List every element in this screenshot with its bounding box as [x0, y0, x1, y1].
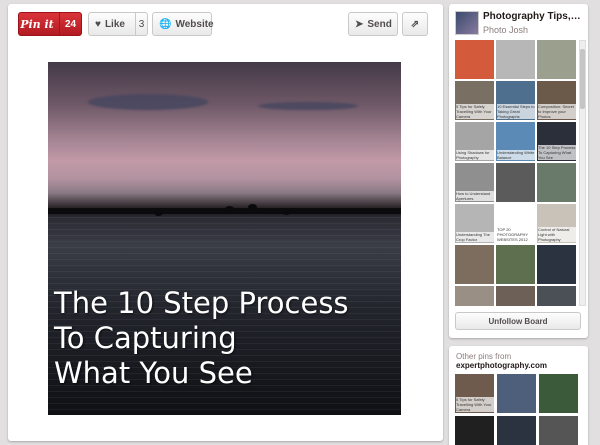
thumbnail-caption: 5 Tips for Safely Travelling With Your C… [456, 104, 494, 119]
like-count: 3 [134, 13, 147, 35]
pin-thumbnail[interactable]: Using Shadows for Photography [455, 122, 494, 161]
unfollow-board-button[interactable]: Unfollow Board [455, 312, 581, 330]
pin-thumbnail[interactable] [496, 40, 535, 79]
thumbnail-caption: 5 Tips for Safely Travelling With Your C… [456, 397, 494, 412]
pin-it-button[interactable]: Pin it 24 [18, 12, 82, 36]
board-avatar[interactable] [455, 11, 479, 35]
thumbnail-caption: Control of Natural Light with Photograph… [538, 227, 576, 242]
pin-thumbnail[interactable] [537, 286, 576, 306]
pin-thumbnail[interactable] [537, 40, 576, 79]
thumbnail-caption: The 10 Step Process To Capturing What Yo… [538, 145, 576, 160]
other-pins-domain[interactable]: expertphotography.com [456, 361, 547, 370]
globe-icon: 🌐 [159, 18, 172, 30]
pin-thumbnail[interactable]: Understanding White Balance [496, 122, 535, 161]
thumbnail-caption: Composition: Secret to Improve your Phot… [538, 104, 576, 119]
pin-image[interactable]: The 10 Step Process To Capturing What Yo… [48, 62, 401, 415]
swimmer [225, 206, 234, 212]
pin-thumbnail[interactable] [537, 163, 576, 202]
board-thumbnail-grid: 5 Tips for Safely Travelling With Your C… [455, 40, 577, 306]
pin-thumbnail[interactable]: 5 Tips for Safely Travelling With Your C… [455, 374, 494, 413]
other-pins-grid: 5 Tips for Safely Travelling With Your C… [455, 374, 583, 445]
pin-thumbnail[interactable]: How to Understand Apertures [455, 163, 494, 202]
like-button[interactable]: ♥ Like 3 [88, 12, 148, 36]
overlay-line: The 10 Step Process [54, 286, 349, 320]
pin-count: 24 [59, 13, 81, 35]
thumbnail-caption: Understanding White Balance [497, 150, 535, 160]
overlay-line: What You See [54, 356, 253, 390]
thumbnail-caption: How to Understand Apertures [456, 191, 494, 201]
website-label: Website [175, 18, 214, 30]
pin-card: Pin it 24 ♥ Like 3 🌐 Website ➤ Send ⇗ Th… [8, 4, 443, 441]
pin-thumbnail[interactable] [455, 245, 494, 284]
pin-overlay-title: The 10 Step Process To Capturing What Yo… [54, 286, 394, 391]
board-owner[interactable]: Photo Josh [483, 25, 528, 35]
pin-thumbnail[interactable] [455, 416, 494, 445]
pin-thumbnail[interactable]: Understanding The Crop Factor [455, 204, 494, 243]
other-pins-label: Other pins from [456, 352, 512, 361]
website-button[interactable]: 🌐 Website [152, 12, 214, 36]
like-label: Like [104, 18, 125, 30]
swimmer [282, 209, 291, 215]
share-button[interactable]: ⇗ [402, 12, 428, 36]
paper-plane-icon: ➤ [355, 18, 364, 30]
send-label: Send [367, 18, 392, 30]
heart-icon: ♥ [95, 18, 101, 30]
pin-thumbnail[interactable] [539, 416, 578, 445]
thumbnail-caption: 10 Essential Steps to Taking Great Photo… [497, 104, 535, 119]
thumbnail-caption: Using Shadows for Photography [456, 150, 494, 160]
pin-thumbnail[interactable]: 5 Tips for Safely Travelling With Your C… [455, 81, 494, 120]
pin-thumbnail[interactable] [496, 245, 535, 284]
scroll-thumb[interactable] [580, 49, 585, 109]
cloud-shape [258, 102, 358, 110]
board-title[interactable]: Photography Tips, Tri... [483, 11, 583, 22]
overlay-line: To Capturing [54, 321, 237, 355]
cloud-shape [88, 94, 208, 110]
pin-thumbnail[interactable]: Composition: Secret to Improve your Phot… [537, 81, 576, 120]
pin-thumbnail[interactable]: Control of Natural Light with Photograph… [537, 204, 576, 243]
pin-it-label: Pin it [20, 17, 54, 31]
thumbnail-caption: TOP 20 PHOTOGRAPHY WEBSITES 2012 [497, 227, 535, 242]
pin-thumbnail[interactable]: How to use Flickr [455, 286, 494, 306]
board-header[interactable]: Photography Tips, Tri... Photo Josh [455, 10, 583, 38]
share-arrow-icon: ⇗ [410, 18, 420, 30]
pin-actions: Pin it 24 ♥ Like 3 🌐 Website ➤ Send ⇗ [18, 12, 433, 38]
swimmer [154, 210, 163, 216]
pin-thumbnail[interactable] [496, 163, 535, 202]
like-main: ♥ Like [89, 19, 131, 30]
board-card: Photography Tips, Tri... Photo Josh 5 Ti… [449, 4, 588, 338]
swimmer [248, 204, 257, 210]
pin-thumbnail[interactable] [537, 245, 576, 284]
pin-thumbnail[interactable]: TOP 20 PHOTOGRAPHY WEBSITES 2012 [496, 204, 535, 243]
pin-thumbnail[interactable] [455, 40, 494, 79]
board-scrollbar[interactable] [579, 40, 586, 306]
thumbnail-caption: Understanding The Crop Factor [456, 232, 494, 242]
pin-thumbnail[interactable] [497, 416, 536, 445]
send-button[interactable]: ➤ Send [348, 12, 398, 36]
pin-thumbnail[interactable] [496, 286, 535, 306]
pin-thumbnail[interactable] [497, 374, 536, 413]
pin-thumbnail[interactable]: The 10 Step Process To Capturing What Yo… [537, 122, 576, 161]
other-pins-card: Other pins from expertphotography.com 5 … [449, 346, 588, 445]
pin-thumbnail[interactable] [539, 374, 578, 413]
pin-thumbnail[interactable]: 10 Essential Steps to Taking Great Photo… [496, 81, 535, 120]
